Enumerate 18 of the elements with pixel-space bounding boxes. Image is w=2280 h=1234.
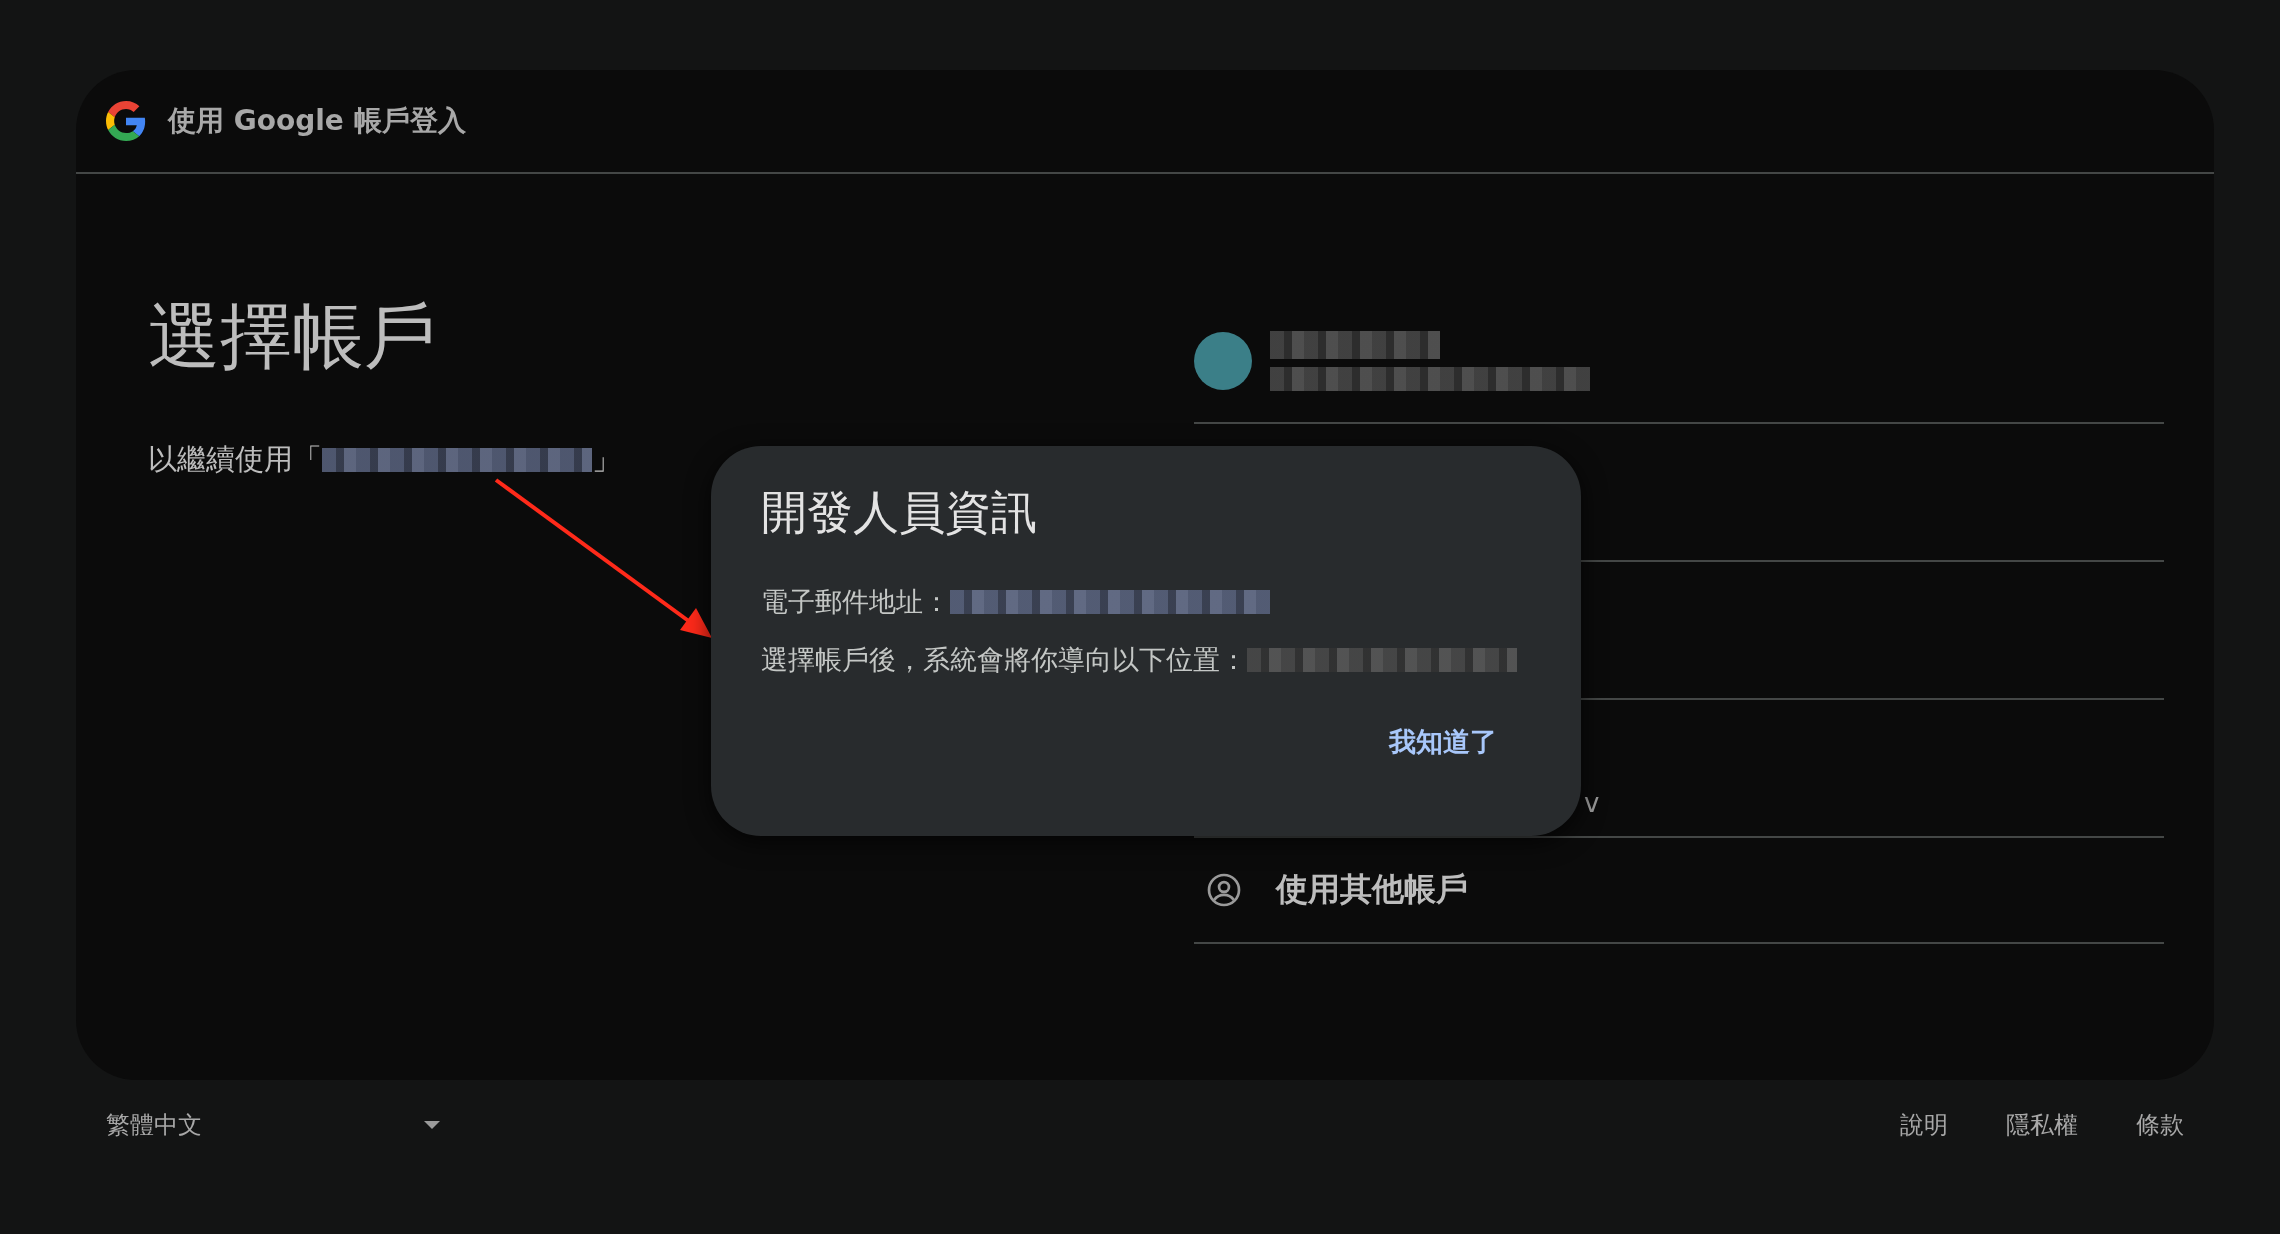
account-circle-icon (1206, 872, 1242, 908)
account-text-fragment: v (1584, 788, 1600, 818)
footer-link[interactable]: 條款 (2136, 1109, 2184, 1141)
subtitle-text: 」 (592, 441, 621, 478)
dropdown-caret-icon (424, 1121, 440, 1129)
google-logo-icon (106, 101, 146, 141)
avatar-circle (1194, 332, 1252, 390)
got-it-button[interactable]: 我知道了 (1383, 720, 1503, 764)
use-another-account-item[interactable]: 使用其他帳戶 (1194, 838, 2164, 944)
dialog-title: 開發人員資訊 (761, 484, 1038, 541)
subtitle-text: 以繼續使用「 (148, 441, 322, 478)
header-title: 使用 Google 帳戶登入 (168, 103, 466, 139)
footer-link[interactable]: 說明 (1900, 1109, 1948, 1141)
dialog-label: 選擇帳戶後，系統會將你導向以下位置： (761, 643, 1247, 677)
page-heading: 選擇帳戶 (148, 300, 437, 372)
language-selector[interactable]: 繁體中文 (106, 1103, 440, 1147)
dialog-label: 電子郵件地址： (761, 585, 950, 619)
footer-link[interactable]: 隱私權 (2006, 1109, 2078, 1141)
